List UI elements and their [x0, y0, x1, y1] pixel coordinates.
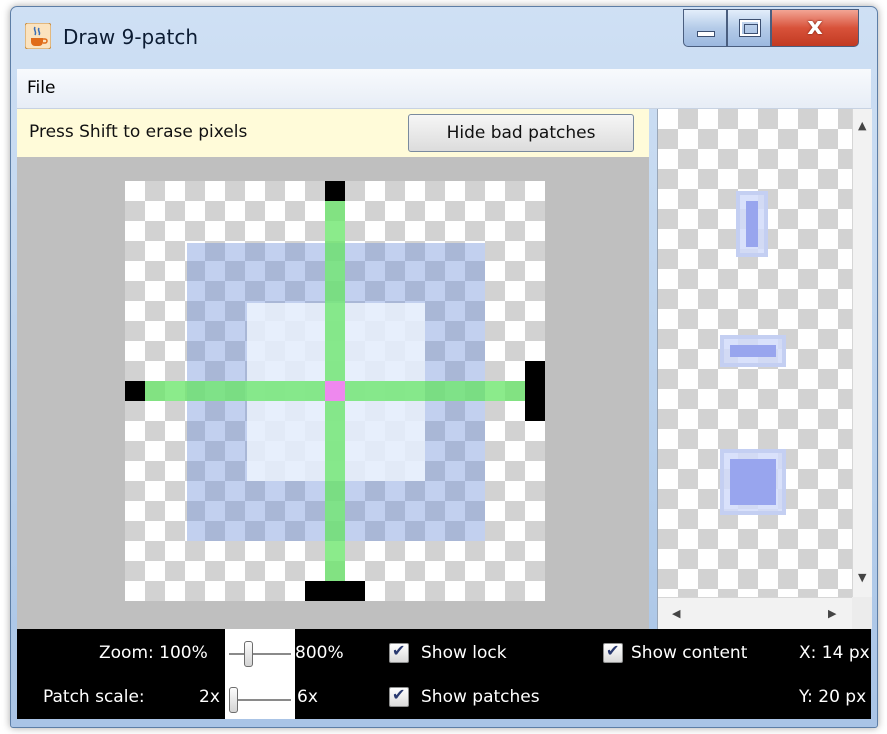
- vertical-stretch-preview: [736, 191, 768, 257]
- show-lock-label: Show lock: [421, 643, 507, 663]
- scrollbar-corner: [852, 597, 872, 629]
- patch-scale-slider[interactable]: [225, 675, 295, 719]
- scroll-down-icon[interactable]: ▼: [858, 571, 866, 584]
- close-button[interactable]: x: [771, 9, 859, 47]
- show-content-label: Show content: [631, 643, 748, 663]
- right-padding-marker[interactable]: [525, 361, 545, 421]
- left-patch-marker[interactable]: [125, 381, 145, 401]
- top-patch-marker[interactable]: [325, 181, 345, 201]
- menu-file[interactable]: File: [27, 78, 55, 98]
- show-patches-label: Show patches: [421, 687, 540, 707]
- scroll-right-icon[interactable]: ▶: [828, 607, 836, 620]
- minimize-icon: [697, 31, 715, 37]
- y-coordinate-readout: Y: 20 px: [799, 687, 867, 707]
- bottom-padding-marker[interactable]: [305, 581, 365, 601]
- patch-editor: Press Shift to erase pixels Hide bad pat…: [17, 109, 649, 629]
- patch-scale-label: Patch scale:: [43, 687, 145, 707]
- hide-bad-patches-button[interactable]: Hide bad patches: [408, 114, 634, 152]
- close-icon: x: [807, 12, 823, 40]
- menu-bar: File: [17, 69, 871, 109]
- preview-area: [658, 109, 852, 597]
- title-bar[interactable]: Draw 9-patch x: [11, 7, 877, 67]
- java-cup-icon: [24, 22, 52, 50]
- app-window: Draw 9-patch x File Press Shift to erase…: [10, 6, 878, 728]
- status-bar: Zoom: 100% 800% Show lock Show content X…: [17, 629, 871, 719]
- patch-scale-max-label: 6x: [297, 687, 318, 707]
- show-lock-checkbox[interactable]: [389, 641, 409, 663]
- zoom-slider[interactable]: [225, 629, 295, 675]
- horizontal-scrollbar[interactable]: ◀ ▶: [658, 597, 852, 629]
- scroll-up-icon[interactable]: ▲: [858, 119, 866, 132]
- guide-intersection: [325, 381, 345, 401]
- hint-bar: Press Shift to erase pixels Hide bad pat…: [17, 109, 649, 157]
- show-content-checkbox[interactable]: [603, 641, 623, 663]
- both-stretch-preview: [720, 449, 786, 515]
- hint-text: Press Shift to erase pixels: [29, 122, 248, 142]
- patch-canvas[interactable]: [125, 181, 545, 601]
- show-patches-checkbox[interactable]: [389, 685, 409, 707]
- zoom-label: Zoom: 100%: [99, 643, 208, 663]
- patch-scale-slider-knob[interactable]: [229, 687, 238, 713]
- scroll-left-icon[interactable]: ◀: [672, 607, 680, 620]
- x-coordinate-readout: X: 14 px: [799, 643, 870, 663]
- preview-panel: ▲ ▼ ◀ ▶: [657, 109, 872, 629]
- zoom-max-label: 800%: [295, 643, 344, 663]
- patch-scale-min-label: 2x: [199, 687, 220, 707]
- window-title: Draw 9-patch: [63, 25, 198, 49]
- maximize-icon: [739, 19, 761, 37]
- vertical-scrollbar[interactable]: ▲ ▼: [852, 109, 872, 597]
- minimize-button[interactable]: [683, 9, 727, 47]
- patch-scale-slider-track: [229, 699, 291, 701]
- maximize-button[interactable]: [727, 9, 771, 47]
- zoom-slider-knob[interactable]: [243, 641, 253, 667]
- horizontal-stretch-preview: [720, 335, 786, 367]
- zoom-slider-track: [229, 653, 291, 655]
